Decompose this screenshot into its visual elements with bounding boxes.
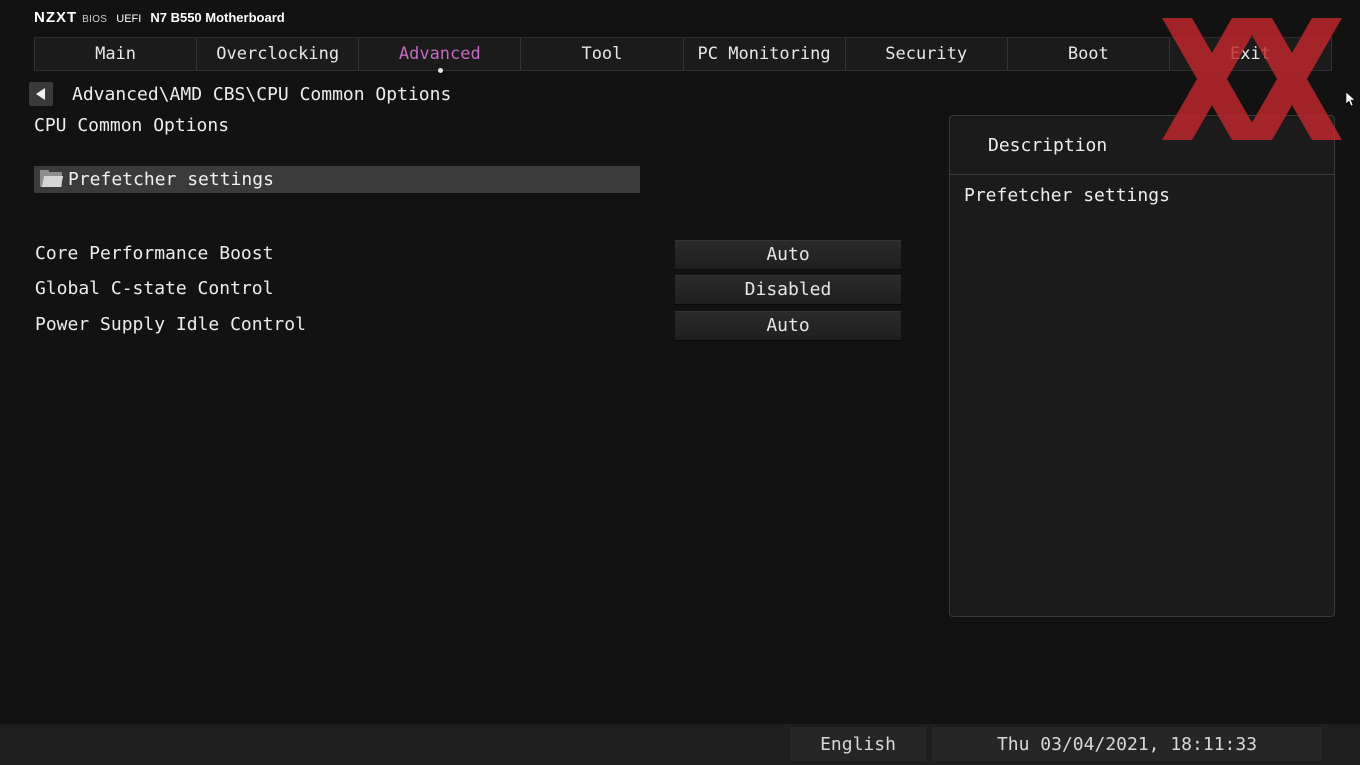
nzxt-logo: NZXT — [34, 9, 78, 26]
option-value-core-performance-boost[interactable]: Auto — [675, 240, 901, 270]
language-selector[interactable]: English — [790, 727, 926, 761]
description-panel: Description Prefetcher settings — [949, 115, 1335, 617]
board-model: N7 B550 Motherboard — [150, 10, 285, 25]
option-label-core-performance-boost: Core Performance Boost — [35, 243, 274, 264]
tab-overclocking[interactable]: Overclocking — [197, 38, 360, 70]
back-button[interactable] — [29, 82, 53, 106]
option-value-power-supply-idle-control[interactable]: Auto — [675, 311, 901, 341]
breadcrumb: Advanced\AMD CBS\CPU Common Options — [72, 84, 452, 105]
option-value-global-cstate-control[interactable]: Disabled — [675, 275, 901, 305]
tab-main[interactable]: Main — [34, 38, 198, 70]
uefi-label: UEFI — [116, 13, 142, 25]
date-time-display: Thu 03/04/2021, 18:11:33 — [932, 727, 1322, 761]
mouse-cursor-icon — [1346, 92, 1356, 107]
tab-pc-monitoring[interactable]: PC Monitoring — [684, 38, 846, 70]
submenu-label: Prefetcher settings — [68, 169, 274, 190]
folder-icon — [40, 170, 64, 187]
tab-tool[interactable]: Tool — [521, 38, 684, 70]
option-label-power-supply-idle-control: Power Supply Idle Control — [35, 314, 306, 335]
xx-watermark-icon — [1162, 18, 1342, 140]
description-text: Prefetcher settings — [964, 185, 1170, 206]
main-tab-bar: Main Overclocking Advanced Tool PC Monit… — [34, 37, 1332, 73]
option-label-global-cstate-control: Global C-state Control — [35, 278, 274, 299]
page-title: CPU Common Options — [34, 115, 230, 136]
tab-boot[interactable]: Boot — [1008, 38, 1170, 70]
tab-advanced[interactable]: Advanced — [359, 38, 522, 73]
back-arrow-icon — [35, 88, 45, 100]
submenu-prefetcher-settings[interactable]: Prefetcher settings — [34, 166, 640, 193]
brand-header: NZXT BIOS UEFI N7 B550 Motherboard — [34, 9, 285, 26]
tab-security[interactable]: Security — [846, 38, 1008, 70]
bios-label: BIOS — [82, 14, 108, 25]
